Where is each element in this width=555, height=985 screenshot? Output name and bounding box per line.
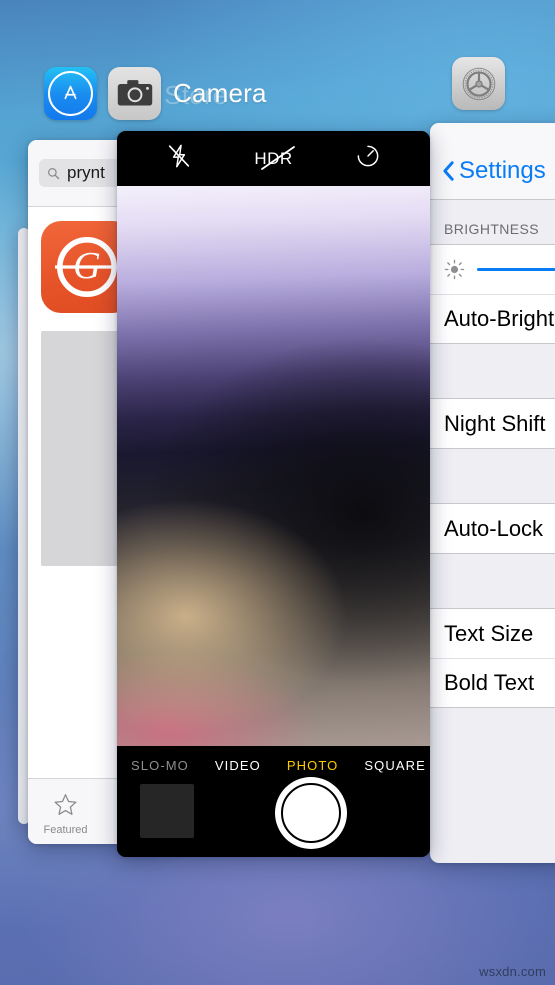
brightness-sun-icon: [444, 259, 465, 280]
svg-text:G: G: [73, 245, 101, 287]
settings-gap-1: [430, 344, 555, 398]
section-header-brightness: BRIGHTNESS: [444, 221, 540, 237]
camera-mode-slo-mo[interactable]: SLO-MO: [131, 758, 189, 773]
camera-mode-selector[interactable]: SLO-MO VIDEO PHOTO SQUARE: [117, 746, 430, 776]
ios-app-switcher-screen: prynt G Featured C: [0, 0, 555, 985]
app-card-settings[interactable]: Settings BRIGHTNESS Auto-Bright Night Sh…: [430, 123, 555, 863]
camera-glyph: [117, 80, 152, 106]
tab-featured-label: Featured: [43, 823, 88, 836]
back-button[interactable]: Settings: [442, 157, 546, 185]
settings-group-auto-lock: Auto-Lock: [430, 503, 555, 554]
camera-controls: [117, 776, 430, 849]
camera-mode-square[interactable]: SQUARE: [364, 758, 426, 773]
row-auto-lock[interactable]: Auto-Lock: [430, 504, 555, 553]
settings-navbar: Settings: [430, 123, 555, 200]
hdr-strike-line: [261, 145, 296, 170]
camera-mode-photo[interactable]: PHOTO: [287, 758, 339, 773]
settings-group-text: Text Size Bold Text: [430, 608, 555, 708]
app-header-camera-label: Camera: [173, 78, 267, 108]
row-night-shift-label: Night Shift: [444, 410, 546, 436]
star-icon: [54, 793, 77, 815]
app-card-camera[interactable]: HDR SLO-MO VIDEO PHOTO SQUARE: [117, 131, 430, 857]
chevron-left-icon: [442, 160, 455, 182]
last-photo-thumbnail[interactable]: [140, 784, 194, 838]
camera-top-toolbar: HDR: [117, 131, 430, 186]
timer-icon[interactable]: [355, 143, 381, 174]
app-header-app-store[interactable]: [44, 67, 97, 120]
flash-off-icon[interactable]: [166, 143, 192, 174]
settings-gear-glyph: [462, 67, 495, 100]
watermark: wsxdn.com: [479, 964, 546, 979]
row-auto-brightness[interactable]: Auto-Brightness: [430, 294, 555, 343]
hdr-off-icon[interactable]: HDR: [254, 145, 296, 170]
row-bold-text[interactable]: Bold Text: [430, 658, 555, 707]
row-text-size[interactable]: Text Size: [430, 609, 555, 658]
settings-gap-4: [430, 708, 555, 828]
search-icon: [47, 167, 60, 180]
camera-mode-video[interactable]: VIDEO: [215, 758, 261, 773]
appstore-icon[interactable]: [44, 67, 97, 120]
shutter-button[interactable]: [275, 777, 347, 849]
search-query-text: prynt: [67, 163, 105, 182]
row-auto-lock-label: Auto-Lock: [444, 515, 544, 541]
tab-featured[interactable]: Featured: [28, 792, 103, 836]
row-night-shift[interactable]: Night Shift: [430, 399, 555, 448]
row-bold-text-label: Bold Text: [444, 670, 535, 695]
settings-gap-2: [430, 449, 555, 503]
settings-group-brightness: Auto-Brightness: [430, 244, 555, 344]
settings-gap-3: [430, 554, 555, 608]
camera-icon[interactable]: [108, 67, 161, 120]
row-auto-brightness-label: Auto-Brightness: [444, 306, 555, 331]
brightness-slider-track[interactable]: [477, 268, 555, 271]
settings-group-night-shift: Night Shift: [430, 398, 555, 449]
brightness-slider-row[interactable]: [430, 245, 555, 294]
appstore-glyph: [64, 85, 77, 100]
camera-live-preview[interactable]: [117, 186, 430, 746]
brightness-slider[interactable]: [444, 259, 555, 280]
settings-gear-icon[interactable]: [452, 57, 505, 110]
app-header-settings[interactable]: [452, 57, 505, 110]
back-button-label: Settings: [459, 157, 546, 184]
row-text-size-label: Text Size: [444, 620, 534, 646]
app-header-camera[interactable]: Camera: [108, 67, 267, 120]
camera-bottom-bar: SLO-MO VIDEO PHOTO SQUARE: [117, 746, 430, 857]
prynt-logo-icon: G: [55, 237, 119, 297]
brightness-section-header-area: BRIGHTNESS: [430, 200, 555, 244]
